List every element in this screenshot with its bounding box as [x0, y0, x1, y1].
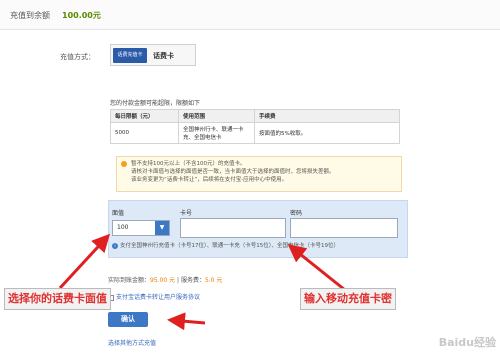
annotation-left: 选择你的话费卡面值	[4, 288, 111, 310]
arrow-to-denomination	[58, 233, 111, 290]
watermark-logo: Baidu经验	[438, 336, 496, 349]
annotation-right: 输入移动充值卡密	[300, 288, 396, 310]
recharge-page: 充值到余额 100.00元 充值方式： 话费充值卡 话费卡 您的付款金额可能超限…	[0, 0, 500, 354]
arrow-to-password	[287, 244, 346, 292]
arrow-to-confirm	[167, 312, 206, 331]
